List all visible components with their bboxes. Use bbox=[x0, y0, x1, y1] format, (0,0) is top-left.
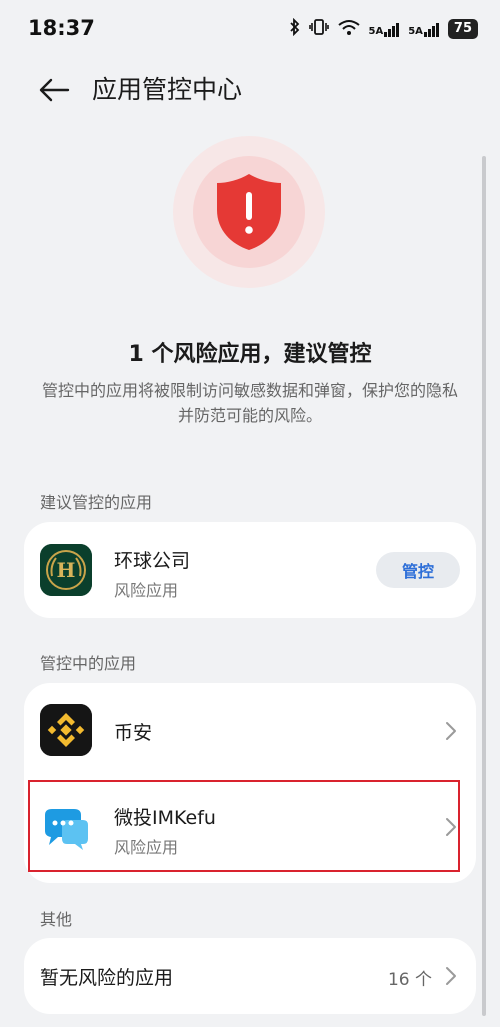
section-label-suggested: 建议管控的应用 bbox=[40, 493, 153, 512]
shield-alert-icon bbox=[217, 174, 281, 250]
app-name: 环球公司 bbox=[114, 550, 191, 572]
safe-apps-label: 暂无风险的应用 bbox=[40, 967, 174, 989]
signal-label-1: 5A bbox=[368, 26, 384, 37]
section-label-managed: 管控中的应用 bbox=[40, 654, 137, 673]
svg-text:H: H bbox=[57, 558, 76, 582]
status-icons: 5A 5A 75 bbox=[289, 17, 478, 40]
signal-label-2: 5A bbox=[408, 26, 423, 37]
wifi-icon bbox=[337, 18, 361, 40]
app-subtitle: 风险应用 bbox=[114, 581, 179, 600]
summary-description: 管控中的应用将被限制访问敏感数据和弹窗，保护您的隐私并防范可能的风险。 bbox=[41, 381, 458, 425]
huanqiu-app-icon: H bbox=[40, 544, 92, 596]
bluetooth-icon bbox=[289, 17, 301, 40]
vibrate-icon bbox=[308, 18, 329, 40]
highlight-box bbox=[28, 780, 460, 872]
signal-icon-1: 5A bbox=[369, 21, 401, 37]
chevron-right-icon bbox=[446, 722, 456, 740]
status-bar: 18:37 5A 5A 75 bbox=[0, 0, 500, 58]
list-item-binance[interactable]: 币安 bbox=[24, 683, 476, 777]
app-name: 币安 bbox=[114, 722, 153, 744]
manage-button[interactable]: 管控 bbox=[376, 552, 460, 588]
arrow-left-icon bbox=[39, 78, 70, 102]
safe-apps-card[interactable]: 暂无风险的应用 16 个 bbox=[24, 938, 476, 1014]
status-time: 18:37 bbox=[28, 16, 95, 40]
risk-shield-badge bbox=[173, 136, 325, 288]
page-title: 应用管控中心 bbox=[92, 75, 243, 104]
scrollbar[interactable] bbox=[482, 156, 486, 1016]
signal-icon-2: 5A bbox=[408, 21, 440, 37]
battery-indicator: 75 bbox=[447, 19, 478, 39]
section-label-other: 其他 bbox=[40, 910, 73, 929]
chevron-right-icon bbox=[446, 967, 456, 985]
summary-title: 1 个风险应用，建议管控 bbox=[128, 342, 372, 367]
suggested-apps-card: H 环球公司 风险应用 管控 bbox=[24, 522, 476, 618]
back-button[interactable] bbox=[36, 72, 76, 112]
safe-apps-count: 16 个 bbox=[387, 970, 432, 990]
binance-app-icon bbox=[40, 704, 92, 756]
